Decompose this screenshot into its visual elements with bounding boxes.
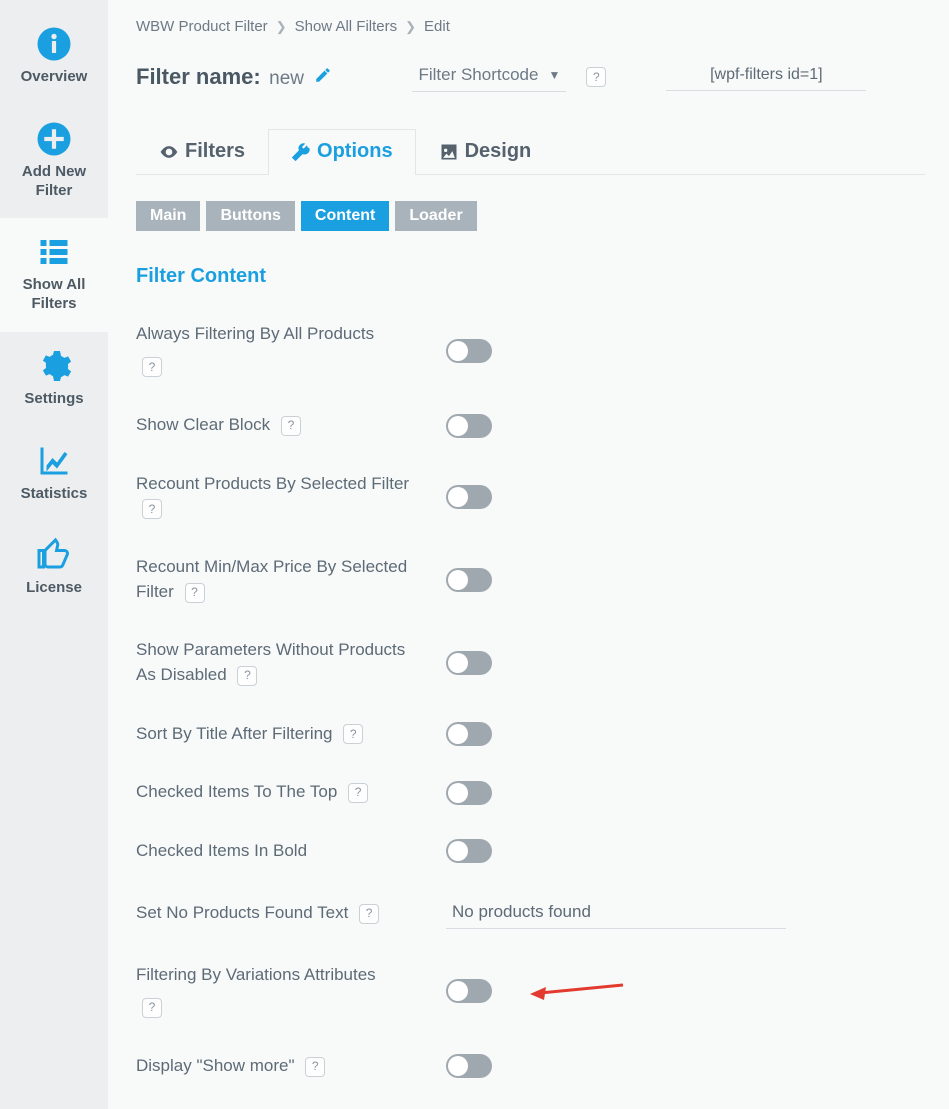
option-label: Display "Show more" ? (136, 1054, 422, 1079)
option-label: Set No Products Found Text ? (136, 901, 422, 926)
option-label: Recount Min/Max Price By Selected Filter… (136, 555, 422, 604)
shortcode-select-label: Filter Shortcode (418, 65, 538, 85)
sidebar-item-label: Add New Filter (6, 163, 102, 201)
toggle-variations-attributes[interactable] (446, 979, 492, 1003)
option-label: Show Clear Block ? (136, 413, 422, 438)
option-row: Recount Min/Max Price By Selected Filter… (136, 555, 925, 604)
sidebar-item-show-all-filters[interactable]: Show All Filters (0, 218, 108, 332)
help-icon[interactable]: ? (343, 724, 363, 744)
sidebar-item-settings[interactable]: Settings (0, 332, 108, 427)
toggle-checked-top[interactable] (446, 781, 492, 805)
help-icon[interactable]: ? (305, 1057, 325, 1077)
option-label: Show Parameters Without Products As Disa… (136, 638, 422, 687)
toggle-recount-products[interactable] (446, 485, 492, 509)
help-icon[interactable]: ? (237, 666, 257, 686)
chart-line-icon (34, 441, 74, 481)
option-row: Show Parameters Without Products As Disa… (136, 638, 925, 687)
wrench-icon (291, 142, 311, 162)
breadcrumb-item[interactable]: WBW Product Filter (136, 18, 268, 35)
sidebar-item-statistics[interactable]: Statistics (0, 427, 108, 522)
option-row: Show Clear Block ? (136, 413, 925, 438)
image-icon (439, 142, 459, 162)
option-row: Display "Show more" ? (136, 1054, 925, 1079)
help-icon[interactable]: ? (185, 583, 205, 603)
breadcrumb: WBW Product Filter ❯ Show All Filters ❯ … (136, 18, 925, 35)
pencil-icon[interactable] (314, 71, 332, 88)
option-row: Recount Products By Selected Filter ? (136, 472, 925, 521)
help-icon[interactable]: ? (348, 783, 368, 803)
section-title: Filter Content (136, 265, 925, 288)
filter-name: Filter name: new (136, 64, 332, 90)
option-row: Always Filtering By All Products ? (136, 322, 925, 379)
help-icon[interactable]: ? (142, 357, 162, 377)
option-label: Checked Items In Bold (136, 839, 422, 864)
toggle-always-filtering[interactable] (446, 339, 492, 363)
option-label: Sort By Title After Filtering ? (136, 722, 422, 747)
option-label: Filtering By Variations Attributes ? (136, 963, 422, 1020)
header-row: Filter name: new Filter Shortcode ▼ ? [w… (136, 61, 925, 92)
tab-options[interactable]: Options (268, 129, 416, 175)
option-row: Checked Items In Bold (136, 839, 925, 864)
help-icon[interactable]: ? (359, 904, 379, 924)
breadcrumb-item: Edit (424, 18, 450, 35)
option-row: Set No Products Found Text ? (136, 898, 925, 929)
toggle-sort-by-title[interactable] (446, 722, 492, 746)
shortcode-value[interactable]: [wpf-filters id=1] (666, 62, 866, 91)
sub-tabs: Main Buttons Content Loader (136, 201, 925, 231)
tab-label: Filters (185, 140, 245, 163)
sidebar-item-label: License (26, 579, 82, 598)
annotation-arrow-icon (528, 975, 628, 1008)
tab-label: Options (317, 140, 393, 163)
sidebar: Overview Add New Filter Show All Filters… (0, 0, 108, 1109)
chevron-right-icon: ❯ (405, 19, 416, 35)
help-icon[interactable]: ? (586, 67, 606, 87)
tab-filters[interactable]: Filters (136, 129, 268, 175)
sidebar-item-label: Show All Filters (6, 276, 102, 314)
no-products-text-input[interactable] (446, 898, 786, 929)
option-row: Filtering By Variations Attributes ? (136, 963, 925, 1020)
help-icon[interactable]: ? (281, 416, 301, 436)
sidebar-item-license[interactable]: License (0, 521, 108, 616)
info-icon (34, 24, 74, 64)
sidebar-item-overview[interactable]: Overview (0, 10, 108, 105)
tab-label: Design (465, 140, 532, 163)
subtab-content[interactable]: Content (301, 201, 389, 231)
chevron-right-icon: ❯ (276, 19, 287, 35)
sidebar-item-label: Statistics (21, 485, 88, 504)
sidebar-item-label: Settings (24, 390, 83, 409)
option-row: Sort By Title After Filtering ? (136, 722, 925, 747)
toggle-show-more[interactable] (446, 1054, 492, 1078)
toggle-recount-minmax[interactable] (446, 568, 492, 592)
option-label: Checked Items To The Top ? (136, 780, 422, 805)
option-label: Recount Products By Selected Filter ? (136, 472, 422, 521)
subtab-buttons[interactable]: Buttons (206, 201, 294, 231)
option-label: Always Filtering By All Products ? (136, 322, 422, 379)
toggle-checked-bold[interactable] (446, 839, 492, 863)
chevron-down-icon: ▼ (548, 68, 560, 82)
gear-icon (34, 346, 74, 386)
subtab-main[interactable]: Main (136, 201, 200, 231)
subtab-loader[interactable]: Loader (395, 201, 476, 231)
list-icon (34, 232, 74, 272)
help-icon[interactable]: ? (142, 499, 162, 519)
filter-name-value: new (269, 68, 304, 89)
filter-name-label: Filter name: (136, 64, 261, 89)
shortcode-select[interactable]: Filter Shortcode ▼ (412, 61, 566, 92)
eye-icon (159, 142, 179, 162)
sidebar-item-label: Overview (21, 68, 88, 87)
sidebar-item-add-new-filter[interactable]: Add New Filter (0, 105, 108, 219)
option-row: Checked Items To The Top ? (136, 780, 925, 805)
help-icon[interactable]: ? (142, 998, 162, 1018)
top-tabs: Filters Options Design (136, 128, 925, 175)
thumbs-up-icon (34, 535, 74, 575)
toggle-show-disabled-params[interactable] (446, 651, 492, 675)
main-content: WBW Product Filter ❯ Show All Filters ❯ … (108, 0, 949, 1109)
plus-circle-icon (34, 119, 74, 159)
tab-design[interactable]: Design (416, 129, 555, 175)
breadcrumb-item[interactable]: Show All Filters (295, 18, 398, 35)
toggle-show-clear-block[interactable] (446, 414, 492, 438)
